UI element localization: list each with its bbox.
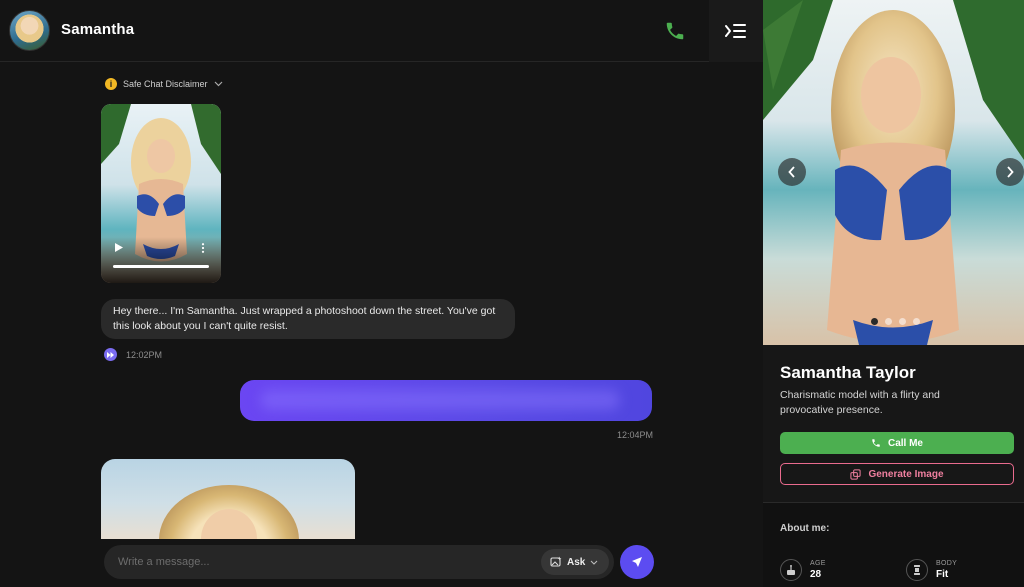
carousel-next-button[interactable] — [996, 158, 1024, 186]
chevron-left-icon — [788, 166, 795, 178]
profile-card: Samantha Taylor Charismatic model with a… — [763, 345, 1024, 503]
chevron-down-icon — [590, 560, 598, 565]
more-options-icon[interactable] — [201, 243, 205, 253]
carousel-dot[interactable] — [871, 318, 878, 325]
magic-images-icon — [850, 468, 862, 480]
menu-toggle-button[interactable] — [709, 0, 763, 62]
message-input[interactable] — [118, 554, 518, 570]
video-progress-bar[interactable] — [113, 265, 209, 268]
stat-body-label: BODY — [936, 560, 958, 567]
menu-collapse-icon — [725, 24, 746, 38]
profile-bio: Charismatic model with a flirty and prov… — [780, 389, 940, 416]
generate-image-button[interactable]: Generate Image — [780, 463, 1014, 485]
send-button[interactable] — [620, 545, 654, 579]
carousel-prev-button[interactable] — [778, 158, 806, 186]
disclaimer-label: Safe Chat Disclaimer — [123, 79, 208, 89]
outgoing-message-time: 12:04PM — [617, 430, 654, 440]
call-me-label: Call Me — [887, 437, 923, 449]
phone-icon[interactable] — [664, 20, 686, 42]
chat-contact-name: Samantha — [61, 21, 135, 38]
carousel-dot[interactable] — [885, 318, 892, 325]
stat-body: BODY Fit — [906, 559, 957, 581]
carousel-dot[interactable] — [899, 318, 906, 325]
ask-label: Ask — [567, 556, 586, 568]
chat-pane: Samantha i Safe Chat Disclaimer Hey ther… — [0, 0, 763, 587]
body-icon — [906, 559, 928, 581]
play-icon[interactable] — [115, 243, 123, 252]
avatar[interactable] — [9, 10, 50, 51]
info-icon: i — [105, 78, 117, 90]
generate-image-label: Generate Image — [868, 468, 944, 480]
profile-carousel — [763, 0, 1024, 345]
video-progress-fill — [113, 265, 209, 268]
carousel-dot[interactable] — [913, 318, 920, 325]
call-me-button[interactable]: Call Me — [780, 432, 1014, 454]
outgoing-message-bubble — [240, 380, 652, 421]
send-icon — [632, 557, 642, 567]
video-message[interactable] — [101, 104, 221, 283]
stat-body-value: Fit — [936, 569, 949, 580]
chat-header: Samantha — [0, 0, 763, 62]
cake-icon — [780, 559, 802, 581]
chevron-right-icon — [1007, 166, 1014, 178]
play-audio-icon[interactable] — [104, 348, 117, 361]
stat-age-label: AGE — [810, 560, 826, 567]
incoming-message-time: 12:02PM — [126, 350, 163, 360]
phone-icon — [872, 439, 880, 447]
stat-age-value: 28 — [810, 569, 822, 580]
profile-panel: Samantha Taylor Charismatic model with a… — [763, 0, 1024, 587]
about-me-title: About me: — [780, 523, 830, 534]
app: Samantha i Safe Chat Disclaimer Hey ther… — [0, 0, 1024, 587]
profile-name: Samantha Taylor — [780, 363, 916, 382]
message-composer: Ask — [104, 545, 614, 579]
chevron-down-icon — [214, 81, 222, 87]
stat-age: AGE 28 — [780, 559, 826, 581]
incoming-message-bubble: Hey there... I'm Samantha. Just wrapped … — [101, 299, 515, 339]
image-message[interactable] — [101, 459, 355, 539]
ask-dropdown-button[interactable]: Ask — [541, 549, 609, 575]
safe-chat-disclaimer[interactable]: i Safe Chat Disclaimer — [105, 76, 223, 92]
image-sparkle-icon — [550, 556, 562, 567]
carousel-indicators — [871, 318, 920, 325]
